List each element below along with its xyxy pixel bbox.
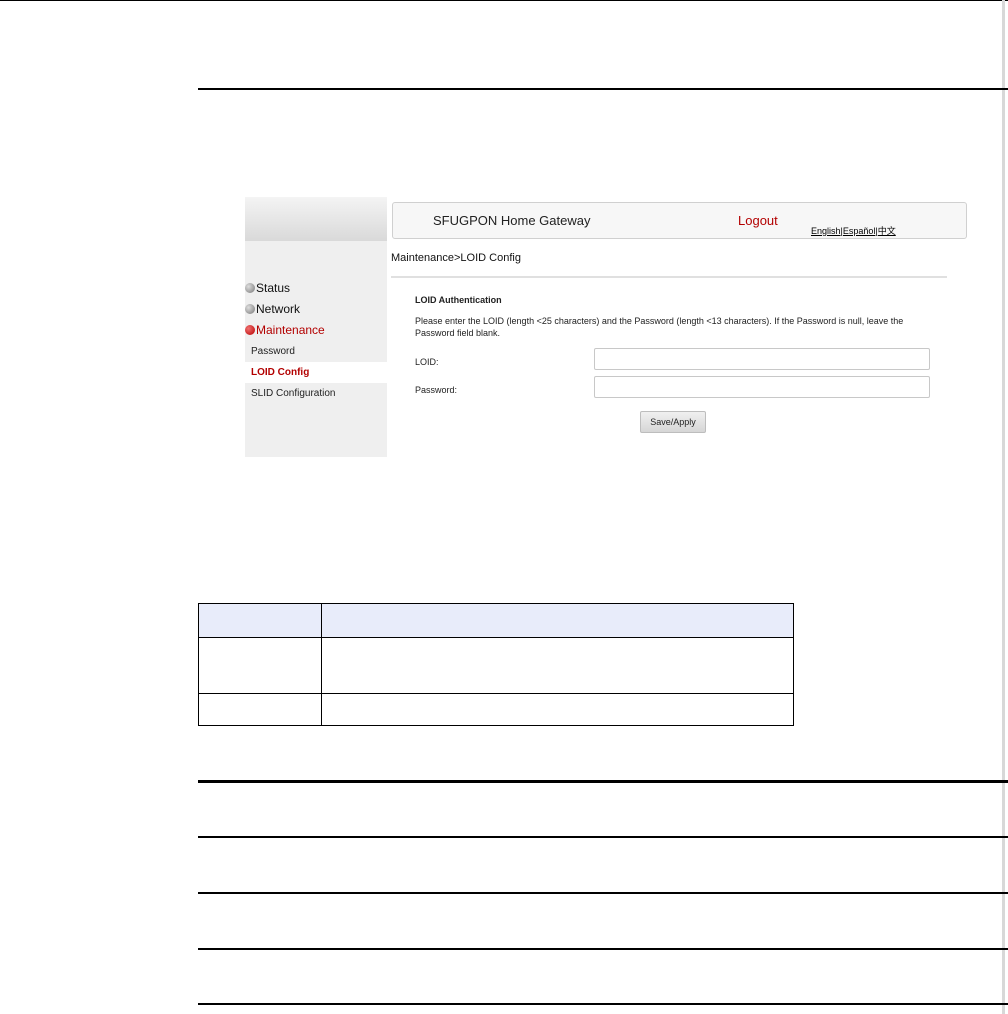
section-title: LOID Authentication	[415, 295, 502, 305]
logout-link[interactable]: Logout	[738, 213, 778, 228]
breadcrumb: Maintenance>LOID Config	[391, 252, 521, 264]
collapse-icon	[245, 325, 255, 335]
language-selector: English|Español|中文	[811, 224, 896, 237]
sidebar: Status Network Maintenance Password LOID…	[245, 197, 387, 457]
brand-title: SFUGPON Home Gateway	[433, 213, 591, 228]
password-label: Password:	[415, 385, 458, 395]
header-rule	[198, 88, 1008, 90]
table-header-cell	[321, 603, 794, 638]
sidebar-header	[245, 197, 387, 241]
menu-network[interactable]: Network	[245, 302, 300, 316]
submenu-password[interactable]: Password	[245, 341, 387, 362]
instructions-text: Please enter the LOID (length <25 charac…	[415, 316, 904, 338]
submenu-loid-config[interactable]: LOID Config	[245, 362, 387, 383]
save-apply-button[interactable]: Save/Apply	[640, 411, 706, 433]
table-cell	[321, 637, 794, 694]
divider-rule	[198, 948, 1008, 950]
divider-rule	[198, 780, 1008, 783]
divider-rule	[198, 1003, 1008, 1005]
top-rule	[0, 0, 1008, 1]
page-edge-bar	[1002, 0, 1005, 1014]
lang-english[interactable]: English	[811, 226, 841, 236]
password-input[interactable]	[594, 376, 930, 398]
parameter-table	[198, 603, 794, 726]
divider-rule	[198, 836, 1008, 838]
lang-chinese[interactable]: 中文	[878, 226, 896, 236]
loid-input[interactable]	[594, 348, 930, 370]
table-cell	[321, 693, 794, 726]
expand-icon	[245, 304, 255, 314]
breadcrumb-divider	[391, 276, 947, 278]
menu-maintenance[interactable]: Maintenance	[245, 323, 325, 337]
gateway-screenshot: Status Network Maintenance Password LOID…	[245, 197, 967, 457]
table-cell	[198, 637, 322, 694]
menu-status[interactable]: Status	[245, 281, 290, 295]
lang-espanol[interactable]: Español	[843, 226, 876, 236]
table-row	[198, 693, 794, 726]
expand-icon	[245, 283, 255, 293]
loid-label: LOID:	[415, 357, 439, 367]
table-cell	[198, 693, 322, 726]
top-bar: SFUGPON Home Gateway Logout English|Espa…	[392, 202, 967, 239]
divider-rule	[198, 892, 1008, 894]
table-header-row	[198, 603, 794, 638]
submenu-slid-configuration[interactable]: SLID Configuration	[245, 383, 387, 404]
table-header-cell	[198, 603, 322, 638]
table-row	[198, 637, 794, 694]
